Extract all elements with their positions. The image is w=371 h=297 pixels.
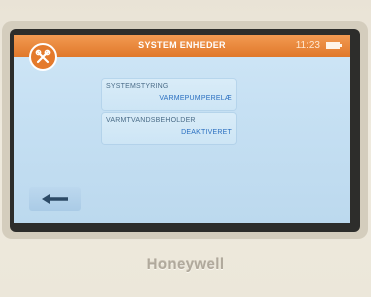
tools-icon: [35, 49, 51, 64]
setting-value: VARMEPUMPERELÆ: [159, 95, 232, 102]
setting-label: SYSTEMSTYRING: [106, 83, 169, 90]
setting-value: DEAKTIVERET: [181, 129, 232, 136]
clock: 11:23: [295, 40, 320, 51]
setting-hot-water-tank[interactable]: VARMTVANDSBEHOLDER DEAKTIVERET: [102, 113, 236, 144]
battery-icon: [326, 42, 342, 49]
back-arrow-icon: [42, 194, 68, 204]
tools-button[interactable]: [29, 43, 57, 71]
touch-screen: SYSTEM ENHEDER 11:23 SYSTEMSTYRING VARME…: [14, 35, 350, 223]
back-button[interactable]: [29, 187, 81, 211]
brand-logo: Honeywell: [146, 256, 225, 273]
setting-label: VARMTVANDSBEHOLDER: [106, 117, 196, 124]
title-bar: SYSTEM ENHEDER 11:23: [14, 35, 350, 57]
setting-system-control[interactable]: SYSTEMSTYRING VARMEPUMPERELÆ: [102, 79, 236, 110]
thermostat-device: SYSTEM ENHEDER 11:23 SYSTEMSTYRING VARME…: [0, 0, 371, 297]
